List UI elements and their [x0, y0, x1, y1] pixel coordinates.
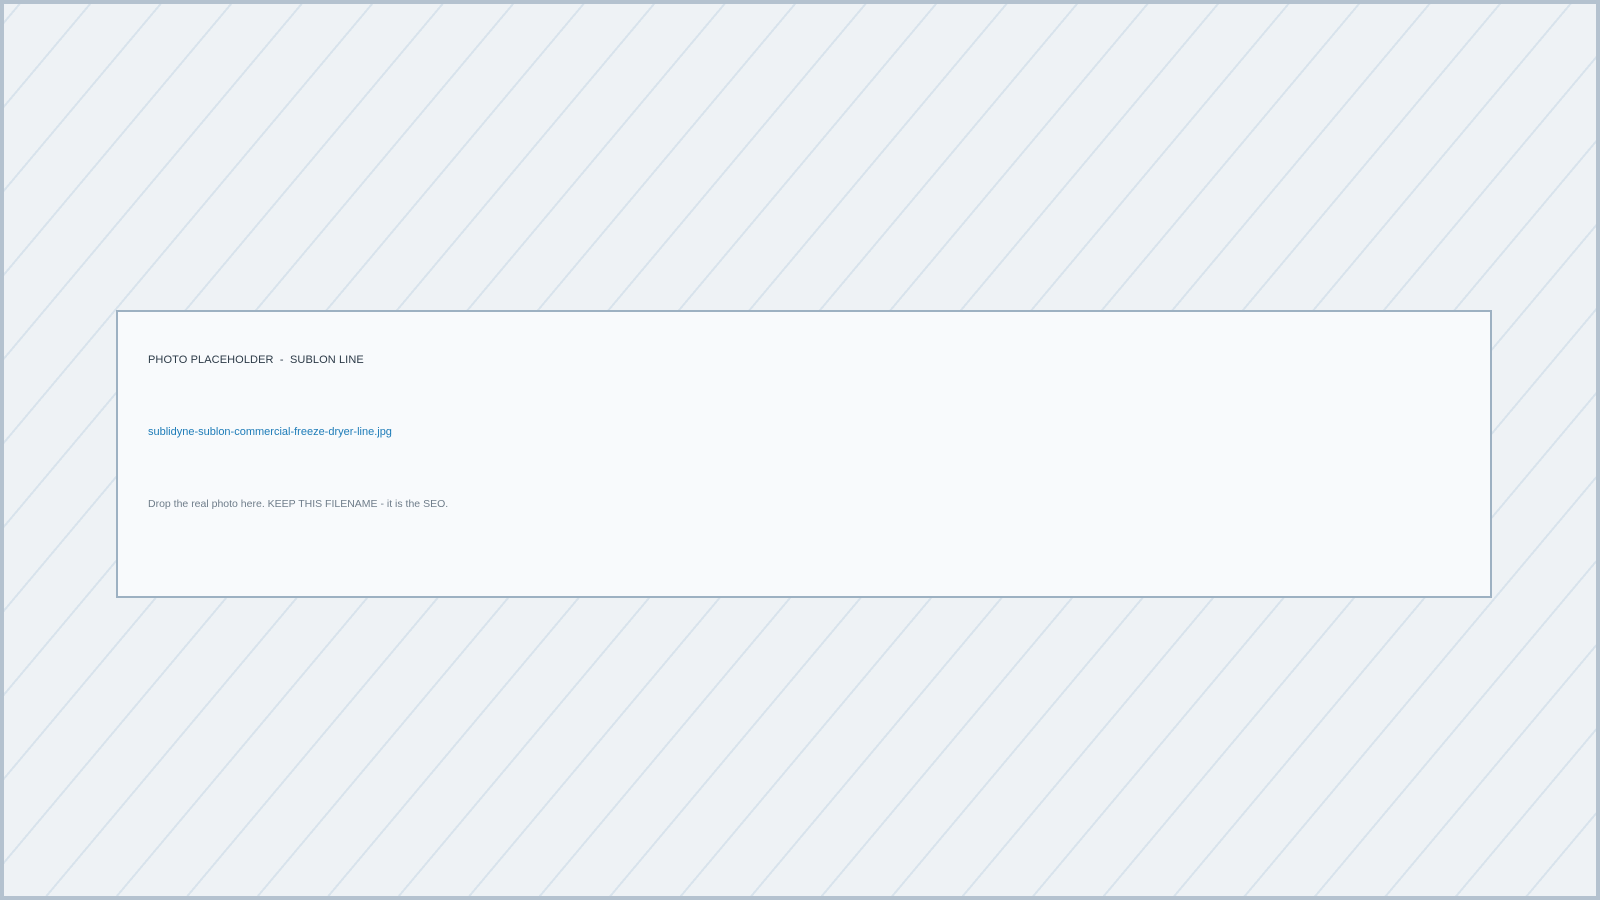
photo-placeholder-frame[interactable]: PHOTO PLACEHOLDER - SUBLON LINE sublidyn… — [0, 0, 1600, 900]
placeholder-label: PHOTO PLACEHOLDER - SUBLON LINE — [148, 354, 364, 366]
placeholder-filename: sublidyne-sublon-commercial-freeze-dryer… — [148, 426, 392, 438]
placeholder-info-card: PHOTO PLACEHOLDER - SUBLON LINE sublidyn… — [116, 310, 1492, 598]
placeholder-instruction: Drop the real photo here. KEEP THIS FILE… — [148, 498, 449, 510]
